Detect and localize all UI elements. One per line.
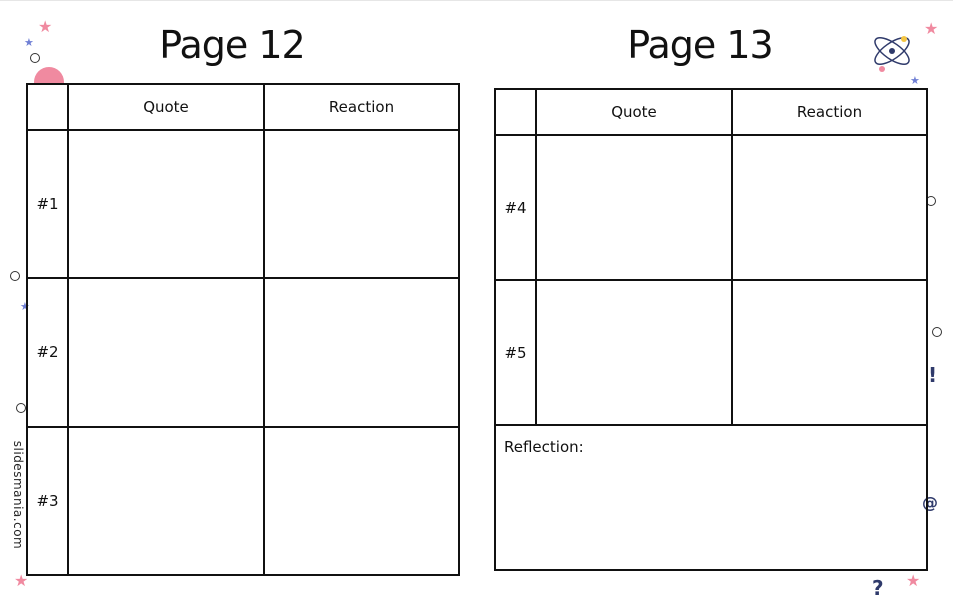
table-row: #1 (26, 128, 460, 280)
atom-icon (874, 36, 910, 72)
star-icon: ★ (24, 36, 34, 49)
row-number: #2 (26, 277, 69, 428)
column-header-blank (494, 88, 537, 136)
reaction-cell[interactable] (263, 425, 460, 577)
table-row: #3 (26, 425, 460, 577)
exclamation-icon: ! (928, 363, 938, 387)
question-mark-icon: ? (872, 576, 884, 600)
circle-icon (16, 403, 26, 413)
reaction-cell[interactable] (263, 277, 460, 428)
page-title-13: Page 13 (627, 23, 773, 67)
reflection-cell[interactable]: Reflection: (494, 424, 928, 571)
star-icon: ★ (924, 19, 939, 38)
quote-cell[interactable] (67, 128, 265, 280)
table-row: #2 (26, 277, 460, 428)
quote-cell[interactable] (535, 134, 733, 281)
star-icon: ★ (38, 17, 53, 36)
circle-icon (30, 53, 40, 63)
row-number: #3 (26, 425, 69, 577)
circle-icon (10, 271, 20, 281)
column-header-reaction: Reaction (731, 88, 928, 136)
page-title-12: Page 12 (159, 23, 305, 67)
circle-icon (932, 327, 942, 337)
blob-icon (34, 67, 64, 83)
star-icon: ★ (906, 571, 921, 590)
quote-table-page-12: Quote Reaction #1 #2 #3 (26, 83, 460, 577)
watermark: slidesmania.com (11, 440, 26, 550)
star-icon: ★ (910, 74, 920, 87)
quote-cell[interactable] (67, 425, 265, 577)
reaction-cell[interactable] (263, 128, 460, 280)
column-header-quote: Quote (67, 83, 265, 131)
table-header-row: Quote Reaction (26, 83, 460, 131)
column-header-quote: Quote (535, 88, 733, 136)
quote-cell[interactable] (535, 279, 733, 426)
table-header-row: Quote Reaction (494, 88, 928, 136)
row-number: #5 (494, 279, 537, 426)
quote-cell[interactable] (67, 277, 265, 428)
table-row: #5 (494, 279, 928, 426)
row-number: #1 (26, 128, 69, 280)
reflection-label: Reflection: (504, 438, 584, 456)
row-number: #4 (494, 134, 537, 281)
column-header-reaction: Reaction (263, 83, 460, 131)
reflection-row: Reflection: (494, 424, 928, 571)
column-header-blank (26, 83, 69, 131)
worksheet-slide: ★ ★ ★ ★ ★ ★ ! @ ? ★ Page 12 Quote Reacti… (0, 0, 953, 602)
reaction-cell[interactable] (731, 134, 928, 281)
reaction-cell[interactable] (731, 279, 928, 426)
table-row: #4 (494, 134, 928, 281)
quote-table-page-13: Quote Reaction #4 #5 Reflection: (494, 88, 928, 571)
